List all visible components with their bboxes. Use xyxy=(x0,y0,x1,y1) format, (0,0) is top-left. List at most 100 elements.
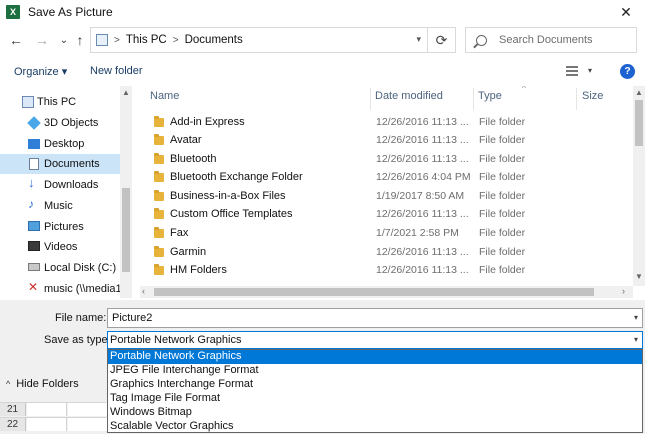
table-row[interactable]: Fax 1/7/2021 2:58 PM File folder xyxy=(140,225,630,243)
file-date: 12/26/2016 4:04 PM xyxy=(376,171,471,183)
refresh-button[interactable]: ⟳ xyxy=(428,27,456,53)
nav-item-videos[interactable]: Videos xyxy=(0,237,120,257)
address-bar[interactable]: > This PC > Documents ▾ xyxy=(90,27,428,53)
save-type-select[interactable]: Portable Network Graphics ▾ xyxy=(107,331,643,349)
chevron-up-icon: ^ xyxy=(6,379,11,389)
close-button[interactable]: ✕ xyxy=(617,3,635,21)
table-row[interactable]: Avatar 12/26/2016 11:13 ... File folder xyxy=(140,132,630,150)
computer-icon xyxy=(96,34,108,46)
nav-item-pictures[interactable]: Pictures xyxy=(0,217,120,237)
file-date: 1/7/2021 2:58 PM xyxy=(376,227,459,239)
column-header-type[interactable]: Type xyxy=(478,90,502,102)
sheet-row[interactable]: 21 xyxy=(0,402,108,416)
file-name-value: Picture2 xyxy=(112,312,153,324)
scroll-right-icon[interactable]: › xyxy=(622,286,625,296)
column-divider[interactable] xyxy=(370,88,371,110)
chevron-down-icon[interactable]: ▾ xyxy=(634,335,638,344)
nav-item-music[interactable]: ♪ Music xyxy=(0,196,120,216)
save-type-label: Save as type: xyxy=(44,334,111,346)
scroll-up-icon[interactable]: ▲ xyxy=(122,88,130,97)
new-folder-button[interactable]: New folder xyxy=(90,65,143,77)
nav-item-label: 3D Objects xyxy=(44,117,99,129)
table-row[interactable]: Garmin 12/26/2016 11:13 ... File folder xyxy=(140,244,630,262)
horizontal-scrollbar[interactable]: ‹ › xyxy=(140,286,633,298)
file-type: File folder xyxy=(479,208,526,220)
hide-folders-button[interactable]: ^ Hide Folders xyxy=(6,378,79,390)
up-arrow-icon[interactable]: ↑ xyxy=(72,32,88,48)
scroll-left-icon[interactable]: ‹ xyxy=(142,286,145,296)
row-number[interactable]: 21 xyxy=(0,403,26,416)
chevron-down-icon[interactable]: ▾ xyxy=(588,66,592,75)
save-type-dropdown-list: Portable Network Graphics JPEG File Inte… xyxy=(107,349,643,433)
row-number[interactable]: 22 xyxy=(0,418,26,431)
scroll-up-icon[interactable]: ▲ xyxy=(635,88,643,97)
chevron-down-icon[interactable]: ▾ xyxy=(634,313,638,322)
file-name-field[interactable]: Picture2 ▾ xyxy=(107,308,643,328)
sheet-cell[interactable] xyxy=(68,403,108,416)
type-option-svg[interactable]: Scalable Vector Graphics xyxy=(108,420,642,434)
breadcrumb-documents[interactable]: Documents xyxy=(185,34,243,46)
type-option-bmp[interactable]: Windows Bitmap xyxy=(108,406,642,420)
column-divider[interactable] xyxy=(473,88,474,110)
nav-item-desktop[interactable]: Desktop xyxy=(0,134,120,154)
organize-button[interactable]: Organize ▾ xyxy=(14,65,67,78)
nav-scrollbar[interactable]: ▲ xyxy=(120,86,132,298)
toolbar: Organize ▾ New folder ▾ ? xyxy=(0,60,645,84)
folder-icon xyxy=(154,190,164,201)
table-row[interactable]: HM Folders 12/26/2016 11:13 ... File fol… xyxy=(140,262,630,280)
document-icon xyxy=(29,158,39,170)
column-header-size[interactable]: Size xyxy=(582,90,603,102)
chevron-down-icon[interactable]: ▾ xyxy=(416,34,421,45)
sheet-row[interactable]: 22 xyxy=(0,417,108,431)
file-type: File folder xyxy=(479,190,526,202)
type-option-gif[interactable]: Graphics Interchange Format xyxy=(108,378,642,392)
nav-item-label: Music xyxy=(44,200,73,212)
type-option-png[interactable]: Portable Network Graphics xyxy=(108,350,642,364)
address-row: ← → ⌄ ↑ > This PC > Documents ▾ ⟳ Search… xyxy=(0,26,645,56)
nav-item-documents[interactable]: Documents xyxy=(0,154,120,174)
scroll-thumb[interactable] xyxy=(122,188,130,272)
help-button[interactable]: ? xyxy=(620,64,635,79)
nav-item-3d-objects[interactable]: 3D Objects xyxy=(0,113,120,133)
sheet-cell[interactable] xyxy=(27,418,67,431)
scroll-down-icon[interactable]: ▼ xyxy=(635,272,643,281)
table-row[interactable]: Bluetooth 12/26/2016 11:13 ... File fold… xyxy=(140,151,630,169)
forward-arrow-icon[interactable]: → xyxy=(34,32,50,48)
scroll-thumb[interactable] xyxy=(635,100,643,146)
file-type: File folder xyxy=(479,134,526,146)
table-row[interactable]: Bluetooth Exchange Folder 12/26/2016 4:0… xyxy=(140,169,630,187)
desktop-icon xyxy=(28,139,40,149)
table-row[interactable]: Custom Office Templates 12/26/2016 11:13… xyxy=(140,206,630,224)
nav-item-this-pc[interactable]: This PC xyxy=(0,92,120,112)
file-name: Avatar xyxy=(170,134,202,146)
table-row[interactable]: Business-in-a-Box Files 1/19/2017 8:50 A… xyxy=(140,188,630,206)
vertical-scrollbar[interactable]: ▲ ▼ xyxy=(633,86,645,286)
column-header-date[interactable]: Date modified xyxy=(375,90,443,102)
file-date: 1/19/2017 8:50 AM xyxy=(376,190,465,202)
sheet-cell[interactable] xyxy=(68,418,108,431)
breadcrumb-this-pc[interactable]: This PC xyxy=(126,34,167,46)
file-name: Bluetooth xyxy=(170,153,217,165)
search-input[interactable]: Search Documents xyxy=(465,27,637,53)
nav-item-label: Local Disk (C:) xyxy=(44,262,117,274)
file-name: Garmin xyxy=(170,246,207,258)
folder-icon xyxy=(154,208,164,219)
file-name: Fax xyxy=(170,227,189,239)
view-options-icon[interactable] xyxy=(566,66,578,76)
chevron-right-icon: > xyxy=(172,34,179,46)
nav-item-music-network[interactable]: ✕ music (\\media1 xyxy=(0,279,122,298)
type-option-tiff[interactable]: Tag Image File Format xyxy=(108,392,642,406)
nav-item-local-disk[interactable]: Local Disk (C:) xyxy=(0,258,120,278)
recent-locations-icon[interactable]: ⌄ xyxy=(56,32,72,48)
column-divider[interactable] xyxy=(576,88,577,110)
column-header-name[interactable]: Name xyxy=(150,90,179,102)
table-row[interactable]: Add-in Express 12/26/2016 11:13 ... File… xyxy=(140,114,630,132)
file-date: 12/26/2016 11:13 ... xyxy=(376,116,469,128)
folder-icon xyxy=(154,246,164,257)
sheet-cell[interactable] xyxy=(27,403,67,416)
scroll-thumb[interactable] xyxy=(154,288,594,296)
save-type-value: Portable Network Graphics xyxy=(110,334,242,346)
nav-item-downloads[interactable]: ↓ Downloads xyxy=(0,175,120,195)
type-option-jpeg[interactable]: JPEG File Interchange Format xyxy=(108,364,642,378)
back-arrow-icon[interactable]: ← xyxy=(8,32,24,48)
